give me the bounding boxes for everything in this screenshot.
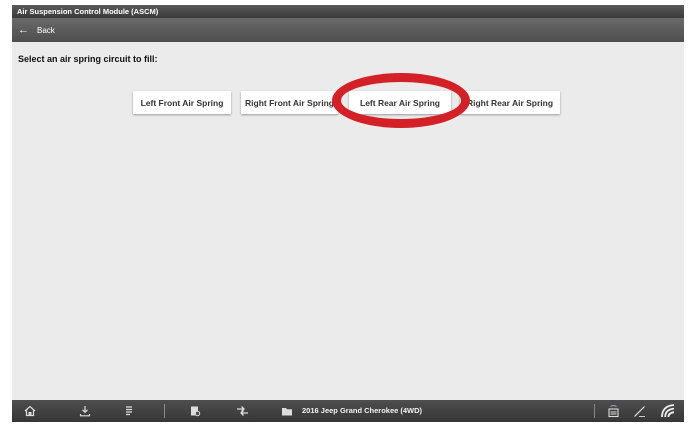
left-front-air-spring-button[interactable]: Left Front Air Spring	[133, 91, 231, 114]
transfer-icon[interactable]	[235, 404, 249, 418]
right-front-air-spring-button[interactable]: Right Front Air Spring	[241, 91, 338, 114]
list-icon[interactable]	[122, 404, 136, 418]
folder-icon[interactable]	[280, 404, 294, 418]
wifi-icon[interactable]	[660, 403, 676, 419]
bottom-toolbar: 2016 Jeep Grand Cherokee (4WD)	[12, 400, 684, 422]
window-title: Air Suspension Control Module (ASCM)	[12, 5, 684, 18]
page-prompt: Select an air spring circuit to fill:	[18, 54, 158, 64]
back-button[interactable]: ← Back	[12, 18, 684, 42]
report-icon[interactable]	[188, 404, 202, 418]
app-window: Air Suspension Control Module (ASCM) ← B…	[12, 5, 684, 422]
left-rear-air-spring-button[interactable]: Left Rear Air Spring	[349, 91, 451, 114]
back-label: Back	[37, 25, 55, 35]
pen-icon[interactable]	[632, 404, 646, 418]
toolbar-divider	[594, 404, 595, 418]
download-icon[interactable]	[78, 404, 92, 418]
toolbar-divider	[164, 404, 165, 418]
vehicle-label: 2016 Jeep Grand Cherokee (4WD)	[302, 406, 423, 415]
right-rear-air-spring-button[interactable]: Right Rear Air Spring	[460, 91, 560, 114]
home-icon[interactable]	[23, 404, 37, 418]
arrow-left-icon: ←	[18, 23, 29, 36]
vci-icon[interactable]	[606, 404, 620, 418]
